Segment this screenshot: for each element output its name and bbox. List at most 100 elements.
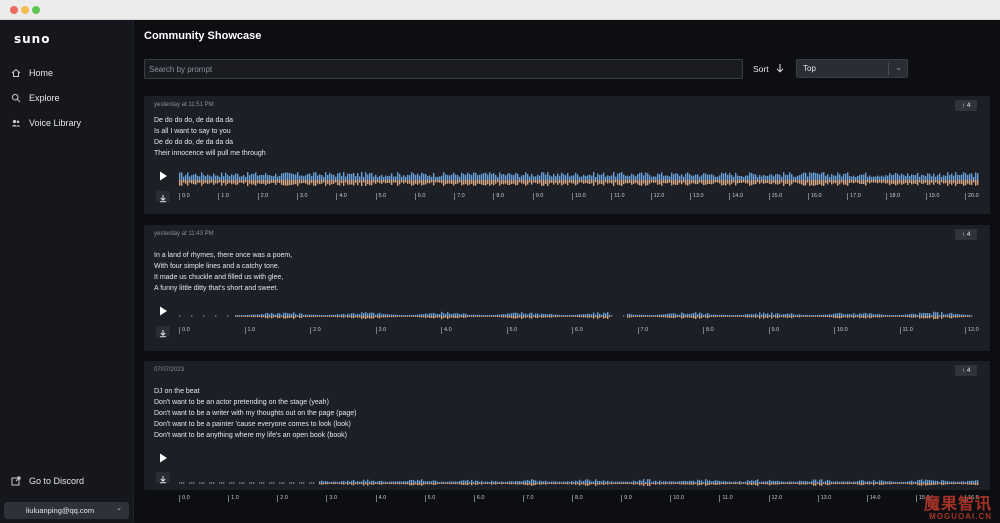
go-to-discord-link[interactable]: Go to Discord bbox=[11, 476, 84, 486]
time-tick-label: 3.0 bbox=[326, 495, 337, 502]
sidebar-item-label: Explore bbox=[29, 93, 60, 103]
song-timestamp: yesterday at 11:43 PM bbox=[154, 231, 214, 237]
play-icon[interactable] bbox=[156, 451, 170, 465]
time-tick-label: 10.0 bbox=[834, 327, 848, 334]
song-card: yesterday at 11:43 PM ↑ 4 In a land of rh… bbox=[144, 225, 990, 351]
waveform[interactable] bbox=[179, 473, 979, 493]
time-tick-label: 4.0 bbox=[375, 495, 386, 502]
account-menu[interactable]: liuluanping@qq.com ⌄ bbox=[4, 502, 129, 519]
sort-select-value: Top bbox=[803, 64, 816, 73]
discord-label: Go to Discord bbox=[29, 476, 85, 486]
page-title: Community Showcase bbox=[144, 30, 262, 42]
arrow-up-icon: ↑ bbox=[961, 367, 965, 374]
lyric-line: Don't want to be a painter 'cause everyo… bbox=[154, 421, 351, 428]
watermark: 魔果智讯 MOGUOAI.CN bbox=[924, 497, 992, 521]
sidebar-item-label: Home bbox=[29, 68, 54, 78]
time-tick-label: 5.0 bbox=[424, 495, 435, 502]
time-tick-label: 10.0 bbox=[670, 495, 684, 502]
time-tick-label: 8.0 bbox=[703, 327, 714, 334]
time-tick-label: 17.0 bbox=[847, 193, 861, 200]
search-input[interactable] bbox=[144, 59, 743, 79]
lyric-line: Don't want to be an actor pretending on … bbox=[154, 399, 329, 406]
lyric-line: Their innocence will pull me through bbox=[154, 150, 266, 157]
time-tick-label: 0.0 bbox=[179, 495, 190, 502]
time-tick-label: 11.0 bbox=[719, 495, 733, 502]
select-separator bbox=[888, 63, 889, 75]
time-tick-label: 12.0 bbox=[965, 327, 979, 334]
watermark-title: 魔果智讯 bbox=[923, 496, 992, 513]
time-tick-label: 4.0 bbox=[336, 193, 347, 200]
vote-count: 4 bbox=[966, 367, 971, 374]
minimize-window-icon[interactable] bbox=[21, 6, 29, 14]
maximize-window-icon[interactable] bbox=[32, 6, 40, 14]
song-lyrics: In a land of rhymes, there once was a po… bbox=[154, 250, 292, 294]
time-tick-label: 0.0 bbox=[179, 327, 190, 334]
arrow-up-icon: ↑ bbox=[961, 102, 965, 109]
download-button[interactable] bbox=[156, 191, 170, 203]
time-tick-label: 13.0 bbox=[817, 495, 831, 502]
time-tick-label: 1.0 bbox=[244, 327, 255, 334]
sidebar-item-home[interactable]: Home bbox=[11, 64, 53, 82]
download-button[interactable] bbox=[156, 326, 170, 338]
time-tick-label: 10.0 bbox=[572, 193, 586, 200]
upvote-button[interactable]: ↑ 4 bbox=[955, 100, 977, 111]
time-tick-label: 13.0 bbox=[689, 193, 704, 200]
time-tick-label: 3.0 bbox=[375, 327, 386, 334]
play-icon[interactable] bbox=[156, 169, 170, 183]
play-icon[interactable] bbox=[156, 304, 170, 318]
external-link-icon bbox=[11, 476, 21, 486]
time-tick-label: 8.0 bbox=[572, 495, 583, 502]
close-window-icon[interactable] bbox=[10, 6, 18, 14]
sidebar-item-explore[interactable]: Explore bbox=[11, 89, 60, 107]
download-button[interactable] bbox=[156, 472, 170, 484]
time-tick-label: 20.0 bbox=[965, 193, 979, 200]
time-tick-label: 6.0 bbox=[473, 495, 484, 502]
upvote-button[interactable]: ↑ 4 bbox=[955, 229, 977, 240]
arrow-down-icon[interactable] bbox=[775, 63, 785, 73]
upvote-button[interactable]: ↑ 4 bbox=[955, 365, 977, 376]
time-tick-label: 2.0 bbox=[310, 327, 321, 334]
time-tick-label: 5.0 bbox=[375, 193, 386, 200]
sidebar-item-voice-library[interactable]: Voice Library bbox=[11, 114, 81, 132]
sort-select[interactable]: Top ⌄ bbox=[796, 59, 908, 78]
lyric-line: It made us chuckle and filled us with gl… bbox=[154, 274, 284, 281]
download-icon bbox=[160, 195, 166, 203]
lyric-line: Is all I want to say to you bbox=[154, 128, 231, 135]
time-tick-label: 9.0 bbox=[621, 495, 632, 502]
time-tick-label: 6.0 bbox=[572, 327, 583, 334]
time-tick-label: 8.0 bbox=[493, 193, 504, 200]
arrow-up-icon: ↑ bbox=[961, 231, 965, 238]
time-tick-label: 11.0 bbox=[899, 327, 913, 334]
main-content: Community Showcase Sort Top ⌄ yesterday … bbox=[134, 20, 1000, 523]
time-axis: 0.0 1.0 2.0 3.0 4.0 5.0 6.0 7.0 8.0 9.0 10.0 11.0 12… bbox=[179, 327, 979, 337]
suno-logo[interactable]: suno bbox=[14, 32, 50, 46]
time-tick-label: 7.0 bbox=[522, 495, 534, 502]
time-tick-label: 16.0 bbox=[807, 193, 822, 200]
song-card: 07/07/2023 ↑ 4 DJ on the beat Don't want … bbox=[144, 361, 990, 502]
time-tick-label: 3.0 bbox=[296, 193, 308, 200]
time-tick-label: 9.0 bbox=[532, 193, 543, 200]
time-tick-label: 5.0 bbox=[506, 327, 517, 334]
sidebar: suno Home Explore Voice Library Go to Di… bbox=[0, 20, 134, 523]
time-tick-label: 15.0 bbox=[768, 193, 782, 200]
sidebar-item-label: Voice Library bbox=[29, 118, 82, 128]
lyric-line: In a land of rhymes, there once was a po… bbox=[154, 252, 293, 259]
waveform[interactable] bbox=[179, 306, 979, 326]
sort-label: Sort bbox=[753, 64, 769, 74]
home-icon bbox=[11, 68, 21, 77]
vote-count: 4 bbox=[966, 231, 971, 238]
waveform[interactable] bbox=[179, 170, 979, 190]
time-tick-label: 19.0 bbox=[925, 193, 939, 200]
song-card: yesterday at 11:51 PM ↑ 4 De do do do, de… bbox=[144, 96, 990, 214]
account-email: liuluanping@qq.com bbox=[26, 506, 95, 515]
lyric-line: DJ on the beat bbox=[154, 388, 200, 395]
watermark-url: MOGUOAI.CN bbox=[929, 512, 992, 521]
time-tick-label: 9.0 bbox=[768, 327, 779, 334]
chevron-down-icon: ⌄ bbox=[895, 63, 902, 72]
time-tick-label: 12.0 bbox=[650, 193, 664, 200]
time-tick-label: 18.0 bbox=[886, 193, 900, 200]
time-tick-label: 1.0 bbox=[228, 495, 239, 502]
time-axis: 0.0 1.0 2.0 3.0 4.0 5.0 6.0 7.0 8.0 9.0 10.0 11.0 12… bbox=[179, 193, 979, 203]
download-icon bbox=[160, 476, 166, 484]
lyric-line: Don't want to be a writer with my though… bbox=[154, 410, 357, 417]
